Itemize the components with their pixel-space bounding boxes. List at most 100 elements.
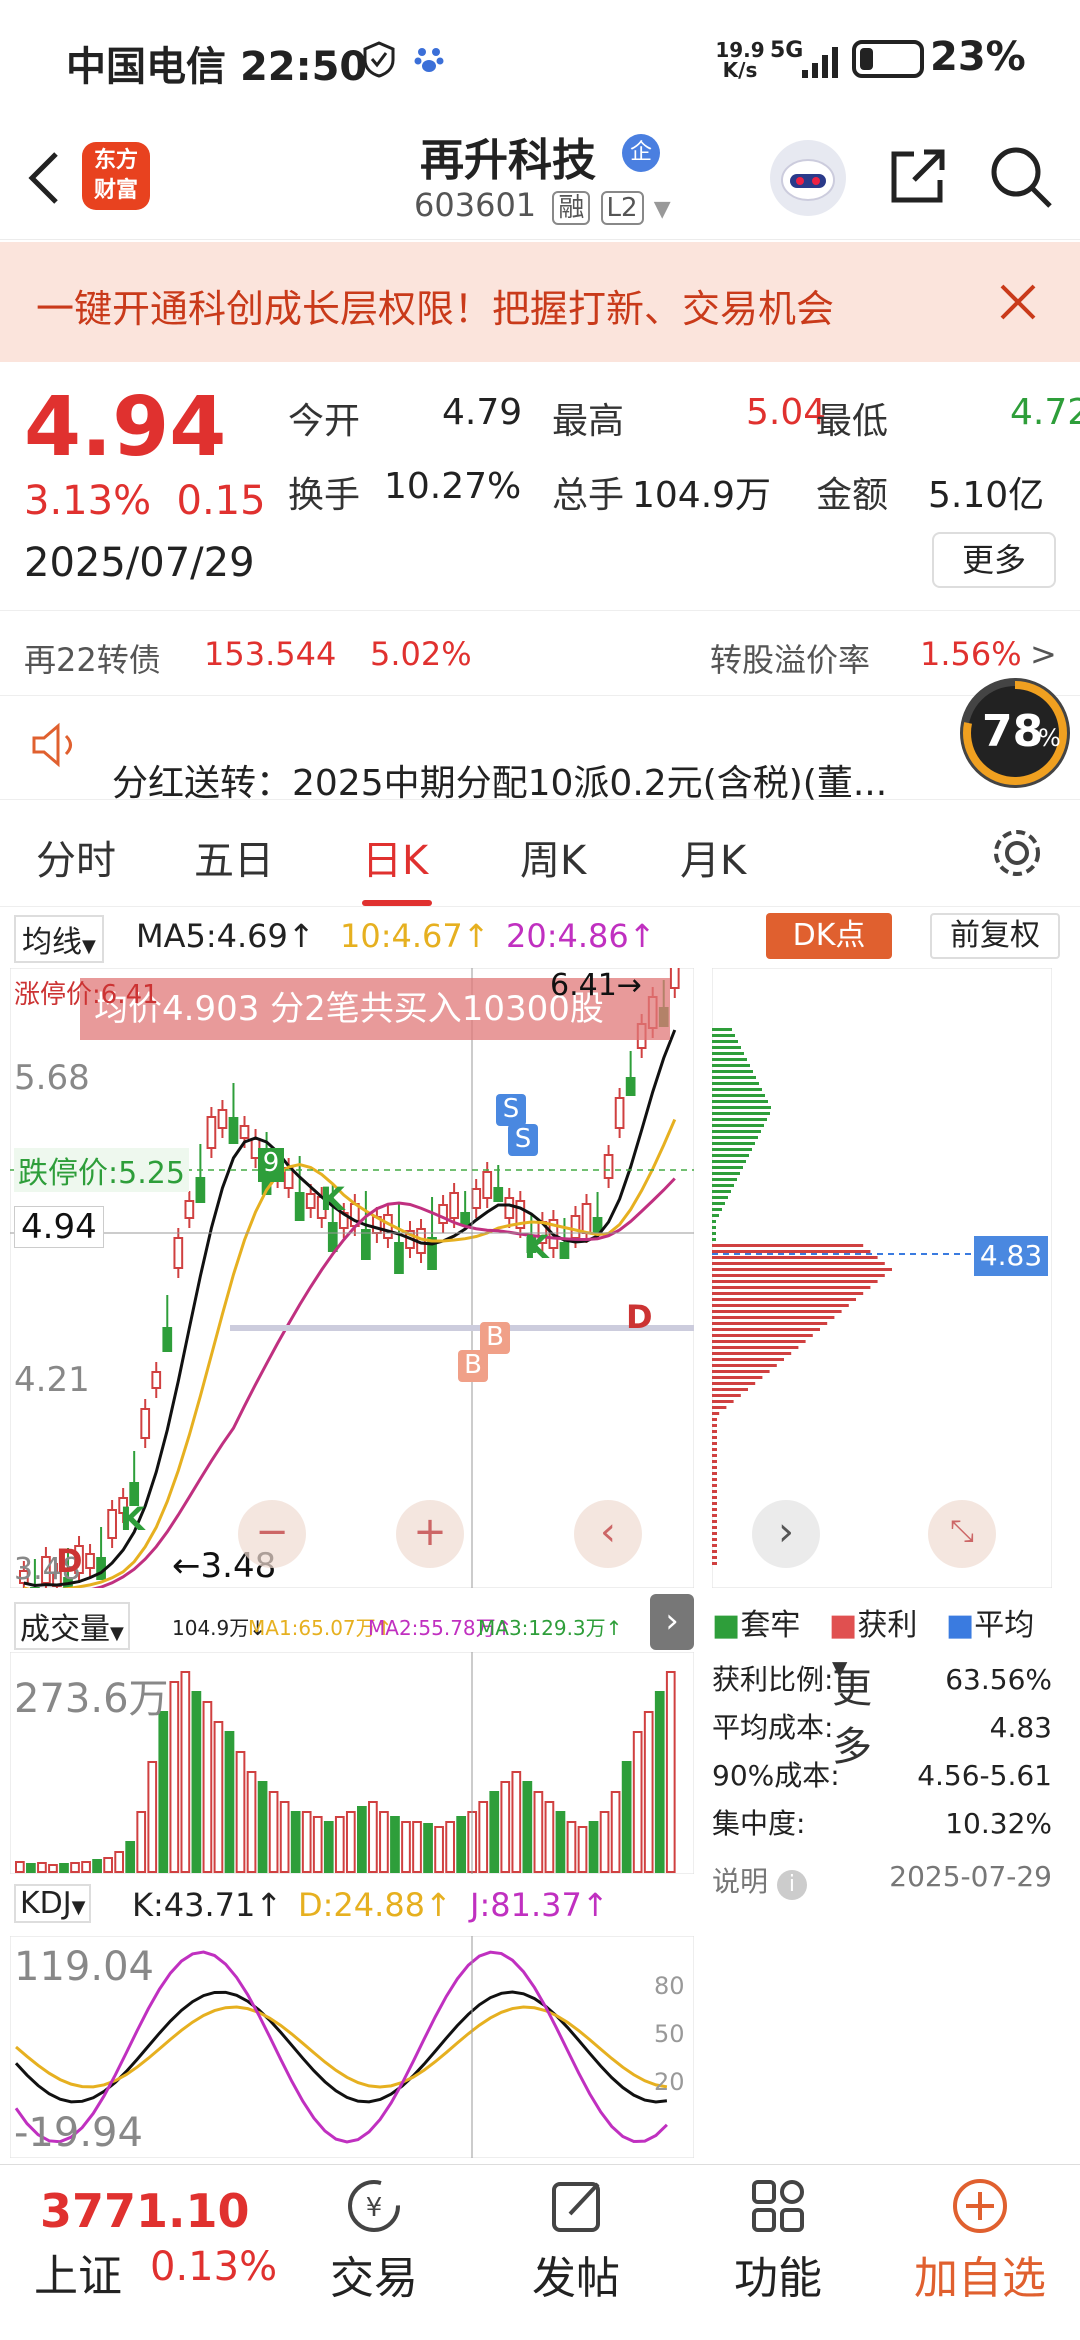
add-watchlist-icon[interactable] bbox=[950, 2176, 1010, 2236]
volume-bar bbox=[654, 1691, 665, 1873]
chip-bar bbox=[712, 1328, 820, 1331]
trade-icon[interactable]: ¥ bbox=[344, 2176, 404, 2236]
candle bbox=[305, 1193, 316, 1209]
low-value: 4.72 bbox=[1010, 392, 1080, 433]
chip-bar bbox=[712, 1562, 717, 1565]
volume-bar bbox=[213, 1721, 224, 1873]
k-marker: K bbox=[524, 1228, 549, 1266]
chip-bar bbox=[712, 1106, 771, 1109]
chip-bar bbox=[712, 1238, 716, 1241]
gear-icon[interactable] bbox=[990, 826, 1044, 880]
fullscreen-icon[interactable]: ⤡ bbox=[928, 1500, 996, 1568]
chip-bar bbox=[712, 1472, 717, 1475]
volume-bar bbox=[37, 1862, 47, 1873]
status-bar: 中国电信 22:50 19.9 K/s 5G 23% bbox=[0, 0, 1080, 120]
chip-bar bbox=[712, 1556, 717, 1559]
chip-bar bbox=[712, 1208, 722, 1211]
close-icon[interactable] bbox=[998, 282, 1038, 322]
volume-bar bbox=[610, 1791, 621, 1873]
nav-add-watchlist[interactable]: 加自选 bbox=[900, 2242, 1060, 2306]
volume-selector[interactable]: 成交量▼ bbox=[14, 1602, 130, 1650]
chip-bar bbox=[712, 1526, 717, 1529]
volume-bar bbox=[379, 1811, 389, 1873]
high-value: 5.04 bbox=[746, 392, 827, 433]
convertible-bond-row[interactable]: 再22转债 153.544 5.02% 转股溢价率 1.56% > bbox=[0, 610, 1080, 696]
chip-bar bbox=[712, 1298, 856, 1301]
post-icon[interactable] bbox=[548, 2176, 608, 2236]
volume-bar bbox=[169, 1681, 180, 1873]
max-price-tag: 6.41→ bbox=[550, 968, 642, 1003]
chip-bar bbox=[712, 1148, 752, 1151]
battery-icon bbox=[852, 40, 924, 78]
index-name[interactable]: 上证 bbox=[34, 2240, 122, 2304]
chip-bar bbox=[712, 1490, 717, 1493]
scroll-left-button[interactable]: ‹ bbox=[574, 1500, 642, 1568]
share-icon[interactable] bbox=[884, 144, 950, 210]
candle bbox=[449, 1192, 459, 1219]
candle bbox=[195, 1177, 206, 1203]
index-change: 0.13% bbox=[150, 2244, 278, 2290]
chip-bar bbox=[712, 1232, 716, 1235]
ma-selector[interactable]: 均线▼ bbox=[14, 915, 104, 963]
volume-bar bbox=[257, 1781, 268, 1873]
candle bbox=[162, 1327, 173, 1352]
tab-weekly-k[interactable]: 周K bbox=[520, 828, 586, 886]
search-icon[interactable] bbox=[988, 144, 1054, 210]
index-value[interactable]: 3771.10 bbox=[40, 2184, 250, 2238]
chip-bar bbox=[712, 1166, 743, 1169]
volume-bar bbox=[478, 1801, 489, 1873]
dk-point-button[interactable]: DK点 bbox=[766, 913, 892, 959]
candle bbox=[625, 1077, 636, 1096]
zoom-out-button[interactable]: − bbox=[238, 1500, 306, 1568]
back-arrow-icon[interactable] bbox=[22, 150, 66, 206]
chip-bar bbox=[712, 1142, 755, 1145]
volume-value: 104.9万 bbox=[632, 475, 772, 516]
notice-row[interactable]: 分红送转：2025中期分配10派0.2元(含税)(董... bbox=[0, 700, 1080, 804]
assistant-robot-icon[interactable] bbox=[770, 140, 846, 216]
kdj-selector[interactable]: KDJ▼ bbox=[14, 1884, 92, 1923]
chip-bar bbox=[712, 1370, 770, 1373]
zoom-in-button[interactable]: + bbox=[396, 1500, 464, 1568]
candle bbox=[206, 1116, 217, 1149]
nav-trade[interactable]: 交易 bbox=[294, 2242, 454, 2306]
volume-bar bbox=[92, 1859, 102, 1873]
nav-post[interactable]: 发帖 bbox=[496, 2242, 656, 2306]
volume-bar bbox=[246, 1771, 257, 1873]
tab-intraday[interactable]: 分时 bbox=[36, 828, 116, 886]
k-line-chart[interactable] bbox=[10, 968, 694, 1588]
k-marker: K bbox=[320, 1180, 345, 1218]
kdj-header: KDJ▼ K:43.71↑ D:24.88↑ J:81.37↑ bbox=[10, 1878, 694, 1934]
chip-bar bbox=[712, 1304, 849, 1307]
volume-header: 成交量▼ 104.9万↓ MA1:65.07万↑ MA2:55.78万↑ MA3… bbox=[10, 1598, 694, 1650]
nav-function[interactable]: 功能 bbox=[698, 2242, 858, 2306]
chip-bar bbox=[712, 1244, 864, 1247]
scroll-right-button[interactable]: › bbox=[752, 1500, 820, 1568]
battery-percent: 23% bbox=[930, 34, 1026, 80]
chip-bar bbox=[712, 1448, 717, 1451]
net-speed: 19.9 K/s bbox=[715, 38, 765, 82]
volume-bar bbox=[279, 1801, 290, 1873]
notice-text: 分红送转：2025中期分配10派0.2元(含税)(董... bbox=[112, 763, 888, 804]
open-value: 4.79 bbox=[442, 392, 523, 433]
tab-daily-k[interactable]: 日K bbox=[362, 828, 428, 886]
volume-bar bbox=[555, 1811, 566, 1873]
more-quote-button[interactable]: 更多 bbox=[932, 532, 1056, 588]
tab-monthly-k[interactable]: 月K bbox=[680, 828, 746, 886]
y-label-2: 5.68 bbox=[14, 1058, 90, 1098]
candle bbox=[394, 1242, 404, 1274]
expand-indicator-button[interactable]: › bbox=[650, 1594, 694, 1650]
volume-bar bbox=[643, 1711, 654, 1873]
chip-bar bbox=[712, 1256, 878, 1259]
tab-five-day[interactable]: 五日 bbox=[194, 828, 274, 886]
volume-bar bbox=[566, 1821, 577, 1873]
promo-banner[interactable]: 一键开通科创成长层权限！把握打新、交易机会 bbox=[0, 242, 1080, 362]
function-grid-icon[interactable] bbox=[748, 2176, 808, 2236]
volume-bar bbox=[632, 1731, 643, 1873]
chip-legend: ■套牢 ■获利 ■平均 bbox=[712, 1608, 1035, 1643]
memory-gauge[interactable]: 78 % bbox=[960, 678, 1070, 788]
explain-link[interactable]: 说明 i bbox=[712, 1860, 807, 1900]
adjust-button[interactable]: 前复权 bbox=[930, 913, 1060, 959]
candle bbox=[603, 1154, 614, 1179]
stock-code-row[interactable]: 603601 融 L2 ▼ bbox=[414, 186, 671, 225]
volume-bar bbox=[368, 1801, 378, 1873]
